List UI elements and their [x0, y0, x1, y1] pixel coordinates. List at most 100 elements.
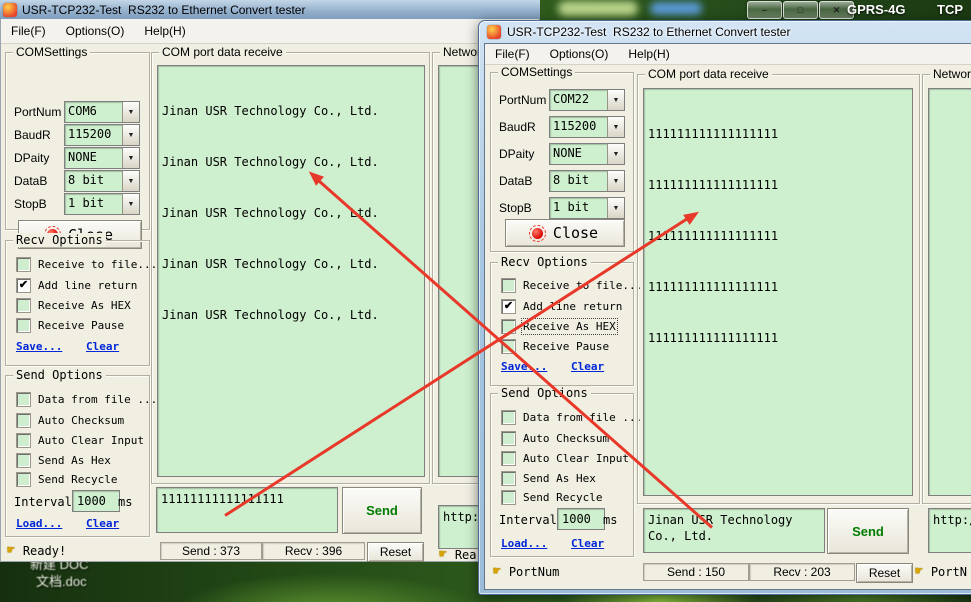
recv-count-panel: Recv : 203 — [749, 563, 855, 581]
reset-button[interactable]: Reset — [367, 542, 424, 562]
chevron-down-icon[interactable]: ▼ — [122, 125, 139, 145]
chevron-down-icon[interactable]: ▼ — [122, 102, 139, 122]
load-link[interactable]: Load... — [16, 517, 62, 530]
checkbox-label: Auto Clear Input — [38, 434, 144, 447]
checkbox-auto-clear-input[interactable]: Auto Clear Input — [501, 451, 629, 466]
minimize-button[interactable]: – — [747, 1, 782, 19]
checkbox-box — [16, 392, 31, 407]
baudr-select[interactable]: 115200 ▼ — [549, 116, 625, 138]
baudr-value: 115200 — [550, 117, 607, 137]
close-port-button[interactable]: Close — [505, 219, 625, 247]
checkbox-add-line-return[interactable]: ✔ Add line return — [16, 278, 137, 293]
portnum-select[interactable]: COM22 ▼ — [549, 89, 625, 111]
network-data-receive-area[interactable] — [928, 88, 971, 496]
network-group: Network da — [922, 74, 971, 504]
group-caption: COMSettings — [498, 65, 575, 79]
group-caption: Network da — [930, 67, 971, 81]
chevron-down-icon[interactable]: ▼ — [122, 194, 139, 214]
clear-link[interactable]: Clear — [86, 340, 119, 353]
hand-pointer-icon: ☛ — [7, 543, 15, 558]
menu-help[interactable]: Help(H) — [134, 24, 195, 38]
hand-pointer-icon: ☛ — [915, 564, 923, 579]
com-data-receive-area[interactable]: 111111111111111111 111111111111111111 11… — [643, 88, 913, 496]
baudr-select[interactable]: 115200 ▼ — [64, 124, 140, 146]
interval-unit: ms — [118, 495, 132, 509]
chevron-down-icon[interactable]: ▼ — [607, 117, 624, 137]
status-text: Rea — [455, 548, 477, 562]
menu-bar: File(F) Options(O) Help(H) — [1, 19, 539, 44]
checkbox-data-from-file[interactable]: Data from file ... — [501, 410, 642, 425]
send-input[interactable]: Jinan USR Technology Co., Ltd. — [643, 508, 825, 553]
close-port-label: Close — [553, 224, 598, 242]
checkbox-label: Auto Checksum — [38, 414, 124, 427]
chevron-down-icon[interactable]: ▼ — [607, 90, 624, 110]
checkbox-send-as-hex[interactable]: Send As Hex — [16, 453, 111, 468]
rx-line: 111111111111111111 — [648, 279, 908, 296]
rx-line: 111111111111111111 — [648, 177, 908, 194]
menu-help[interactable]: Help(H) — [618, 47, 679, 61]
checkbox-receive-to-file[interactable]: Receive to file... — [16, 257, 157, 272]
com-data-receive-area[interactable]: Jinan USR Technology Co., Ltd. Jinan USR… — [157, 65, 425, 477]
dpaity-select[interactable]: NONE ▼ — [549, 143, 625, 165]
stopb-label: StopB — [14, 197, 47, 211]
send-button-label: Send — [852, 524, 884, 539]
datab-label: DataB — [499, 174, 532, 188]
checkbox-data-from-file[interactable]: Data from file ... — [16, 392, 157, 407]
stopb-select[interactable]: 1 bit ▼ — [64, 193, 140, 215]
checkbox-label: Data from file ... — [38, 393, 157, 406]
chevron-down-icon[interactable]: ▼ — [607, 198, 624, 218]
maximize-button[interactable]: □ — [783, 1, 818, 19]
checkbox-auto-checksum[interactable]: Auto Checksum — [501, 431, 609, 446]
title-bar[interactable]: USR-TCP232-Test RS232 to Ethernet Conver… — [0, 0, 540, 20]
interval-input[interactable]: 1000 — [72, 490, 120, 512]
interval-label: Interval — [14, 495, 72, 509]
desktop-doc-icon-label[interactable]: 文档.doc — [36, 571, 87, 590]
send-count-panel: Send : 150 — [643, 563, 749, 581]
checkbox-send-as-hex[interactable]: Send As Hex — [501, 471, 596, 486]
window-body: File(F) Options(O) Help(H) COMSettings P… — [484, 43, 971, 590]
clear-link[interactable]: Clear — [86, 517, 119, 530]
checkbox-receive-as-hex[interactable]: Receive As HEX — [16, 298, 131, 313]
send-button[interactable]: Send — [342, 487, 422, 534]
checkbox-label: Receive Pause — [523, 340, 609, 353]
checkbox-send-recycle[interactable]: Send Recycle — [501, 490, 602, 505]
send-input[interactable]: 11111111111111111 — [156, 487, 338, 533]
checkbox-label: Auto Checksum — [523, 432, 609, 445]
menu-options[interactable]: Options(O) — [540, 47, 619, 61]
rx-line: Jinan USR Technology Co., Ltd. — [162, 256, 420, 273]
checkbox-receive-pause[interactable]: Receive Pause — [501, 339, 609, 354]
datab-select[interactable]: 8 bit ▼ — [549, 170, 625, 192]
recv-options-group: Recv Options Receive to file... ✔ Add li… — [490, 262, 634, 386]
dpaity-select[interactable]: NONE ▼ — [64, 147, 140, 169]
datab-value: 8 bit — [65, 171, 122, 191]
clear-link[interactable]: Clear — [571, 360, 604, 373]
portnum-value: COM22 — [550, 90, 607, 110]
network-url-input[interactable]: http://en — [928, 508, 971, 553]
checkbox-auto-checksum[interactable]: Auto Checksum — [16, 413, 124, 428]
send-button[interactable]: Send — [827, 508, 909, 554]
chevron-down-icon[interactable]: ▼ — [607, 171, 624, 191]
checkbox-auto-clear-input[interactable]: Auto Clear Input — [16, 433, 144, 448]
menu-options[interactable]: Options(O) — [56, 24, 135, 38]
baudr-label: BaudR — [14, 128, 51, 142]
title-bar[interactable]: USR-TCP232-Test RS232 to Ethernet Conver… — [479, 21, 971, 43]
menu-file[interactable]: File(F) — [485, 47, 540, 61]
send-count-panel: Send : 373 — [160, 542, 262, 560]
checkbox-send-recycle[interactable]: Send Recycle — [16, 472, 117, 487]
save-link[interactable]: Save... — [16, 340, 62, 353]
load-link[interactable]: Load... — [501, 537, 547, 550]
chevron-down-icon[interactable]: ▼ — [122, 171, 139, 191]
chevron-down-icon[interactable]: ▼ — [122, 148, 139, 168]
dpaity-value: NONE — [65, 148, 122, 168]
chevron-down-icon[interactable]: ▼ — [607, 144, 624, 164]
checkbox-add-line-return[interactable]: ✔ Add line return — [501, 299, 622, 314]
stopb-select[interactable]: 1 bit ▼ — [549, 197, 625, 219]
reset-button[interactable]: Reset — [856, 563, 913, 583]
datab-select[interactable]: 8 bit ▼ — [64, 170, 140, 192]
interval-input[interactable]: 1000 — [557, 508, 605, 530]
menu-file[interactable]: File(F) — [1, 24, 56, 38]
clear-link[interactable]: Clear — [571, 537, 604, 550]
rx-line: 111111111111111111 — [648, 126, 908, 143]
portnum-select[interactable]: COM6 ▼ — [64, 101, 140, 123]
checkbox-receive-pause[interactable]: Receive Pause — [16, 318, 124, 333]
